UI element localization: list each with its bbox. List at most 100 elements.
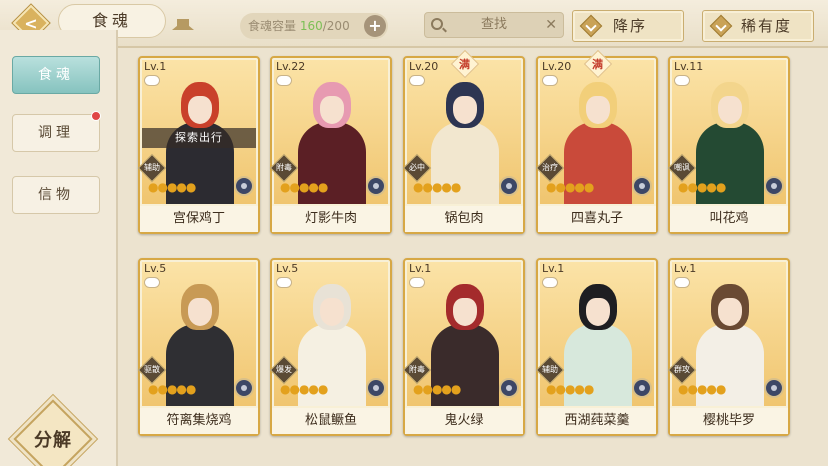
food-soul-card[interactable]: Lv.22 附毒 ●●●●● 灯影牛肉 — [269, 56, 392, 234]
food-soul-card[interactable]: Lv.5 驱散 ●●●●● 符离集烧鸡 — [137, 258, 260, 436]
character-face — [453, 298, 477, 326]
sort-order-button[interactable]: 降序 — [572, 10, 684, 42]
tab-food-souls-label: 食魂 — [38, 67, 74, 83]
role-label: 附毒 — [276, 163, 292, 172]
character-face — [586, 96, 610, 124]
chat-bubble-icon — [674, 75, 690, 86]
food-soul-card[interactable]: Lv.20 满必中 ●●●●● 锅包肉 — [402, 49, 525, 234]
star-rating: ●●●●● — [678, 180, 726, 194]
role-label: 嘲讽 — [674, 163, 690, 172]
star-rating: ●●●●● — [280, 382, 328, 396]
chat-bubble-icon — [144, 75, 160, 86]
character-face — [320, 96, 344, 124]
food-soul-card[interactable]: 探索出行 Lv.1 辅助 ●●●●● 宫保鸡丁 — [137, 56, 260, 234]
level-label: Lv.1 — [409, 262, 432, 275]
clear-search-icon[interactable]: ✕ — [545, 13, 557, 37]
element-chip-icon — [499, 378, 519, 398]
level-label: Lv.1 — [144, 60, 167, 73]
element-chip-icon — [234, 378, 254, 398]
element-chip-icon — [632, 176, 652, 196]
element-chip-icon — [234, 176, 254, 196]
role-label: 辅助 — [542, 365, 558, 374]
food-soul-card[interactable]: Lv.20 满治疗 ●●●●● 四喜丸子 — [535, 49, 658, 234]
element-chip-icon — [764, 378, 784, 398]
element-chip-icon — [499, 176, 519, 196]
role-label: 爆发 — [276, 365, 292, 374]
search-placeholder: 查找 — [481, 17, 508, 32]
element-chip-icon — [366, 176, 386, 196]
sort-order-icon — [579, 14, 603, 38]
level-label: Lv.20 — [409, 60, 439, 73]
tab-tokens[interactable]: 信物 — [12, 176, 100, 214]
food-soul-card[interactable]: Lv.1 群攻 ●●●●● 樱桃毕罗 — [667, 258, 790, 436]
role-label: 驱散 — [144, 365, 160, 374]
star-rating: ●●●●● — [148, 180, 196, 194]
food-soul-name: 松鼠鳜鱼 — [272, 408, 390, 434]
character-face — [320, 298, 344, 326]
star-rating: ●●●●● — [280, 180, 328, 194]
search-icon — [431, 18, 443, 30]
max-badge-label: 满 — [459, 58, 470, 71]
character-face — [453, 96, 477, 124]
tab-tokens-label: 信物 — [38, 187, 74, 203]
food-soul-card[interactable]: Lv.1 辅助 ●●●●● 西湖莼菜羹 — [535, 258, 658, 436]
star-rating: ●●●●● — [678, 382, 726, 396]
tab-conditioning[interactable]: 调理 — [12, 111, 101, 152]
character-face — [718, 96, 742, 124]
decompose-button[interactable]: 分解 — [13, 399, 93, 466]
capacity-label: 食魂容量 — [248, 19, 297, 33]
home-icon[interactable] — [172, 10, 194, 30]
food-soul-name: 四喜丸子 — [538, 206, 656, 232]
level-label: Lv.1 — [542, 262, 565, 275]
role-label: 治疗 — [542, 163, 558, 172]
element-chip-icon — [366, 378, 386, 398]
level-label: Lv.11 — [674, 60, 704, 73]
status-overlay: 探索出行 — [142, 128, 256, 148]
star-rating: ●●●●● — [148, 382, 196, 396]
role-label: 群攻 — [674, 365, 690, 374]
chat-bubble-icon — [276, 277, 292, 288]
star-rating: ●●●●● — [413, 180, 461, 194]
notification-dot — [91, 111, 101, 121]
character-face — [188, 96, 212, 124]
character-face — [188, 298, 212, 326]
food-soul-name: 西湖莼菜羹 — [538, 408, 656, 434]
star-rating: ●●●●● — [413, 382, 461, 396]
max-badge-label: 满 — [592, 58, 603, 71]
expand-capacity-button[interactable]: + — [364, 15, 386, 37]
sort-rarity-icon — [709, 14, 733, 38]
food-soul-name: 灯影牛肉 — [272, 206, 390, 232]
character-face — [718, 298, 742, 326]
search-input[interactable]: 查找 ✕ — [424, 12, 564, 38]
food-soul-name: 符离集烧鸡 — [140, 408, 258, 434]
chat-bubble-icon — [542, 75, 558, 86]
food-soul-name: 宫保鸡丁 — [140, 206, 258, 232]
tab-food-souls[interactable]: 食魂 — [12, 56, 100, 94]
role-label: 必中 — [409, 163, 425, 172]
element-chip-icon — [764, 176, 784, 196]
chat-bubble-icon — [409, 75, 425, 86]
capacity-display: 食魂容量 160/200 + — [240, 13, 388, 39]
food-soul-name: 鬼火绿 — [405, 408, 523, 434]
level-label: Lv.1 — [674, 262, 697, 275]
chat-bubble-icon — [409, 277, 425, 288]
food-soul-name: 锅包肉 — [405, 206, 523, 232]
capacity-current: 160 — [299, 19, 323, 33]
sidebar: 食魂 调理 信物 分解 — [0, 30, 118, 466]
chat-bubble-icon — [542, 277, 558, 288]
level-label: Lv.5 — [276, 262, 299, 275]
star-rating: ●●●●● — [546, 382, 594, 396]
level-label: Lv.20 — [542, 60, 572, 73]
level-label: Lv.5 — [144, 262, 167, 275]
top-bar: < 食魂 食魂容量 160/200 + 查找 ✕ 降序 稀有度 — [0, 0, 828, 48]
tab-conditioning-label: 调理 — [38, 125, 74, 141]
sort-rarity-button[interactable]: 稀有度 — [702, 10, 814, 42]
food-soul-card[interactable]: Lv.5 爆发 ●●●●● 松鼠鳜鱼 — [269, 258, 392, 436]
food-soul-name: 叫花鸡 — [670, 206, 788, 232]
chat-bubble-icon — [674, 277, 690, 288]
character-face — [586, 298, 610, 326]
food-soul-card[interactable]: Lv.11 嘲讽 ●●●●● 叫花鸡 — [667, 56, 790, 234]
food-soul-name: 樱桃毕罗 — [670, 408, 788, 434]
food-soul-card[interactable]: Lv.1 附毒 ●●●●● 鬼火绿 — [402, 258, 525, 436]
sort-rarity-label: 稀有度 — [741, 17, 793, 35]
